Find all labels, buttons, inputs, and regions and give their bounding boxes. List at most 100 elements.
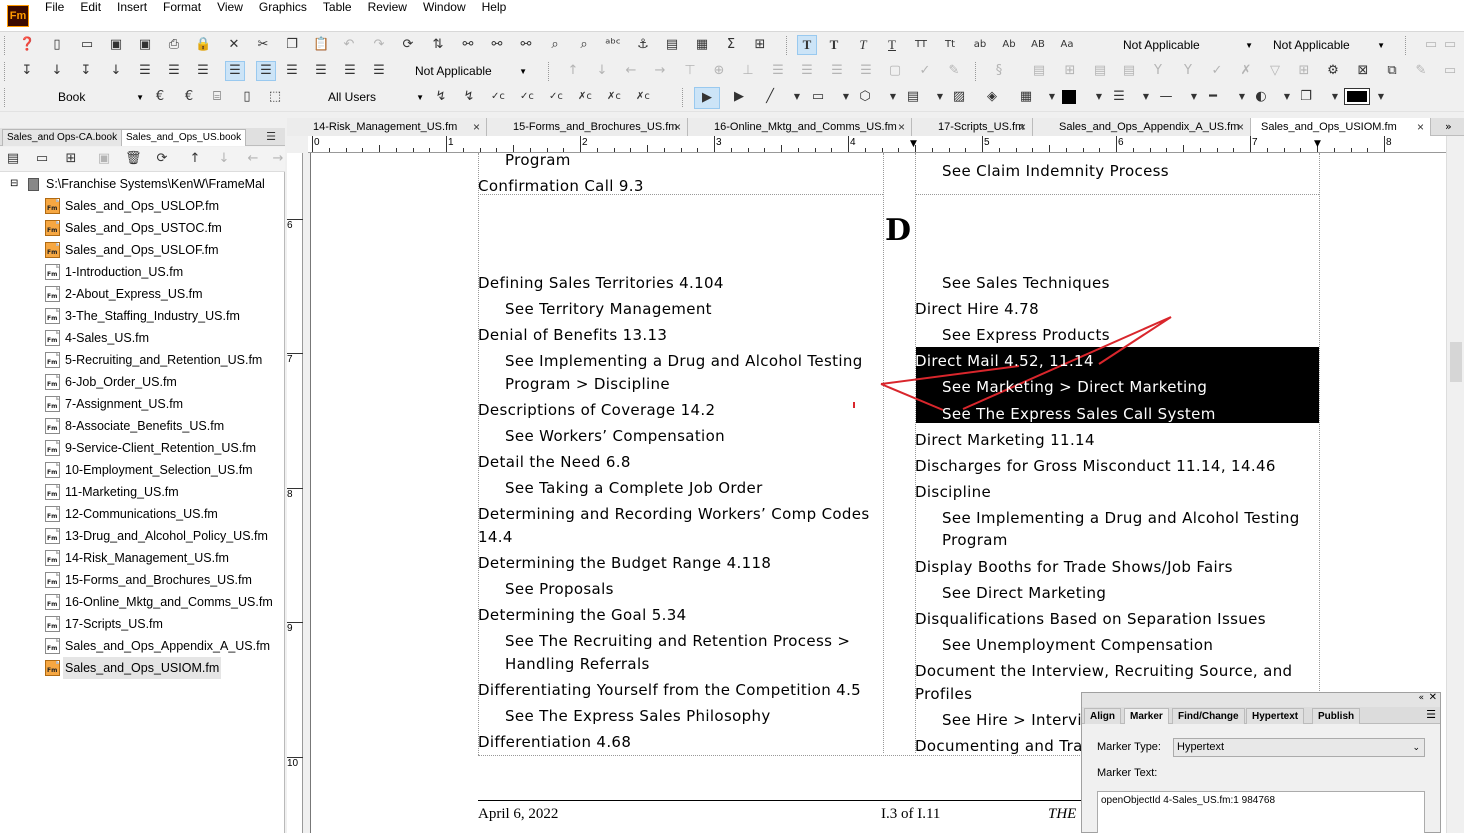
book-file-item[interactable]: Fm 6-Job_Order_US.fm [0,371,283,393]
index-subentry[interactable]: See Implementing a Drug and Alcohol Test… [505,352,863,370]
delete-file-icon[interactable]: 🗑 [125,151,142,167]
table-justify-icon[interactable]: ☰ [858,63,874,79]
paste-icon[interactable]: 📋 [313,37,329,53]
text-style-normal-icon[interactable]: T [797,35,817,55]
index-subentry[interactable]: See The Express Sales Call System [942,405,1216,423]
compare-icon[interactable]: ⊞ [1296,63,1312,79]
menu-window[interactable]: Window [415,0,474,32]
settings-icon[interactable]: ⚙ [1325,63,1341,79]
vertical-scrollbar[interactable] [1446,136,1464,833]
menu-help[interactable]: Help [474,0,515,32]
book-file-item[interactable]: Fm 2-About_Express_US.fm [0,283,283,305]
overprint-icon[interactable]: ❐ [1298,89,1314,105]
close-icon[interactable]: × [674,118,681,136]
spelling-icon[interactable]: ᵃᵇᶜ [605,37,621,53]
add-group-icon[interactable]: ⊞ [63,151,79,167]
search-icon[interactable]: ⌕ [576,37,592,53]
spacing-icon[interactable]: ☰ [284,63,300,79]
frame-select-icon[interactable]: ⬚ [267,89,283,105]
index-entry[interactable]: Differentiation 4.68 [478,733,631,751]
table-icon[interactable]: ▦ [694,37,710,53]
panel-menu-icon[interactable]: ☰ [1426,708,1436,721]
lock-icon[interactable]: 🔒 [195,37,211,53]
spacing-custom-icon[interactable]: ☰ [371,63,387,79]
table-check-icon[interactable]: ✓ [917,63,933,79]
align-left-icon[interactable]: ☰ [137,63,153,79]
index-subentry[interactable]: See Territory Management [505,300,712,318]
line-tool-icon[interactable]: ╱ [762,89,778,105]
align-center-icon[interactable]: ☰ [166,63,182,79]
spacing3-icon[interactable]: ☰ [342,63,358,79]
chevron-down-icon[interactable]: ▼ [838,89,854,105]
index-entry[interactable]: Discharges for Gross Misconduct 11.14, 1… [915,457,1276,475]
variable-icon[interactable]: ⊞ [752,37,768,53]
split-icon[interactable]: Y [1180,63,1196,79]
line-width-icon[interactable]: ☰ [1111,89,1127,105]
chevron-down-icon[interactable]: ▼ [932,89,948,105]
undo-icon[interactable]: ↶ [341,37,357,53]
add-folder-icon[interactable]: ▭ [34,151,50,167]
index-entry[interactable]: Disqualifications Based on Separation Is… [915,610,1266,628]
tab-book-us[interactable]: Sales_and_Ops_US.book [121,129,247,146]
marker-type-select[interactable]: Hypertext ⌄ [1173,738,1425,757]
move-right-icon[interactable]: → [270,151,286,167]
tree-root[interactable]: ⊟ S:\Franchise Systems\KenW\FrameMal [0,173,283,195]
select-object-icon[interactable]: ▶ [731,89,747,105]
track4-icon[interactable]: ▤ [1092,63,1108,79]
menu-review[interactable]: Review [360,0,415,32]
index-entry[interactable]: Differentiating Yourself from the Compet… [478,681,861,699]
index-subentry[interactable]: See Marketing > Direct Marketing [942,378,1207,396]
refresh-icon[interactable]: ⟳ [400,37,416,53]
toolbar-grip[interactable] [4,62,7,81]
copy-icon[interactable]: ❐ [284,37,300,53]
subscript-icon[interactable]: Tt [942,37,958,53]
index-subentry[interactable]: See Direct Marketing [942,584,1106,602]
collapse-icon[interactable]: « [1418,693,1424,703]
tab-doc-online[interactable]: 16-Online_Mktg_and_Comms_US.fm × [688,118,912,136]
book-file-item[interactable]: Fm 4-Sales_US.fm [0,327,283,349]
book-file-item[interactable]: Fm 9-Service-Client_Retention_US.fm [0,437,283,459]
resize-icon[interactable]: ⧉ [1384,63,1400,79]
underline-icon[interactable]: T [884,37,900,53]
reject-change-icon[interactable]: ✗c [577,89,593,105]
save-icon[interactable]: ▣ [108,37,124,53]
book-file-item[interactable]: Fm Sales_and_Ops_Appendix_A_US.fm [0,635,283,657]
paragraph-format-dropdown[interactable]: Not Applicable ▼ [1123,37,1253,54]
menu-file[interactable]: File [37,0,72,32]
book-file-item[interactable]: Fm Sales_and_Ops_USIOM.fm [0,657,283,679]
reject-change3-icon[interactable]: ✗c [635,89,651,105]
index-entry[interactable]: Document the Interview, Recruiting Sourc… [915,662,1292,680]
table-align-bottom-icon[interactable]: ⊥ [740,63,756,79]
index-entry[interactable]: Defining Sales Territories 4.104 [478,274,724,292]
book-file-item[interactable]: Fm 5-Recruiting_and_Retention_US.fm [0,349,283,371]
panel-icon[interactable]: ▭ [1423,37,1439,53]
index-entry[interactable]: Direct Hire 4.78 [915,300,1039,318]
panel2-icon[interactable]: ▭ [1442,37,1458,53]
dash-pattern-icon[interactable]: ━ [1205,89,1221,105]
chevron-down-icon[interactable]: ▼ [885,89,901,105]
book-file-item[interactable]: Fm Sales_and_Ops_USTOC.fm [0,217,283,239]
bold-icon[interactable]: T [826,37,842,53]
panel-menu-icon[interactable]: ☰ [263,129,279,145]
accept-icon[interactable]: ✓ [1209,63,1225,79]
index-subentry[interactable]: Program [505,151,571,169]
index-entry[interactable]: Descriptions of Coverage 14.2 [478,401,715,419]
delete-icon[interactable]: ✕ [226,37,242,53]
panel3-icon[interactable]: ▭ [1442,63,1458,79]
move-up-icon[interactable]: ↑ [187,151,203,167]
uppercase-icon[interactable]: AB [1030,37,1046,53]
color-swatch[interactable] [1344,88,1370,105]
book-file-item[interactable]: Fm 10-Employment_Selection_US.fm [0,459,283,481]
index-subentry[interactable]: See Taking a Complete Job Order [505,479,763,497]
index-subentry[interactable]: See Unemployment Compensation [942,636,1213,654]
redo-icon[interactable]: ↷ [371,37,387,53]
filter-icon[interactable]: ▽ [1267,63,1283,79]
link3-icon[interactable]: ⚯ [518,37,534,53]
accept-change2-icon[interactable]: ✓c [519,89,535,105]
tint-icon[interactable]: ◐ [1253,89,1269,105]
chevron-down-icon[interactable]: ▼ [1373,89,1389,105]
reject-icon[interactable]: ✗ [1238,63,1254,79]
link-icon[interactable]: ⚯ [460,37,476,53]
index-subentry[interactable]: See Implementing a Drug and Alcohol Test… [942,509,1300,527]
index-subentry[interactable]: See Claim Indemnity Process [942,162,1169,180]
